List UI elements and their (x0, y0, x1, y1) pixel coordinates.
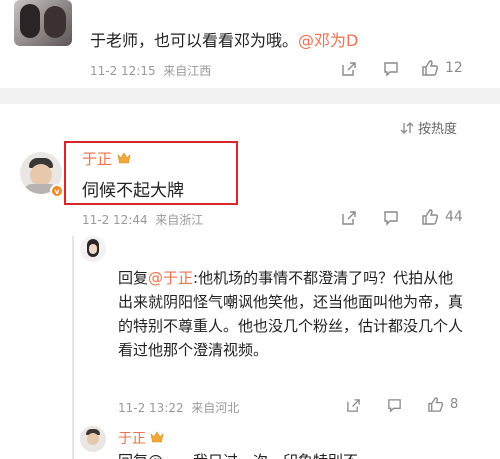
avatar[interactable] (80, 236, 106, 262)
share-icon (342, 62, 356, 76)
comment-icon (388, 399, 401, 413)
avatar[interactable] (14, 0, 72, 46)
separator-band (0, 88, 500, 104)
like-count: 8 (450, 397, 459, 412)
comment-top-text: 于老师，也可以看看邓为哦。@邓为D (90, 31, 359, 50)
thumbs-up-icon (428, 397, 444, 412)
like-button[interactable]: 44 (421, 208, 463, 226)
share-button[interactable] (341, 61, 357, 77)
reply-1-meta: 11-2 13:22 来自河北 (118, 401, 240, 415)
crown-icon (150, 431, 164, 443)
crown-icon (117, 152, 131, 164)
reply-2-author[interactable]: 于正 (118, 428, 164, 448)
like-count: 12 (445, 60, 463, 76)
mention-link[interactable]: @于正 (148, 269, 193, 287)
thumbs-up-icon (422, 209, 439, 225)
comment-button[interactable] (387, 398, 402, 413)
like-button[interactable]: 8 (427, 396, 458, 413)
comment-main-text: 伺候不起大牌 (82, 181, 184, 201)
comment-main-meta: 11-2 12:44 来自浙江 (82, 213, 204, 227)
mention-link[interactable]: @邓为D (298, 31, 358, 50)
share-button[interactable] (346, 398, 361, 413)
verified-badge: v (50, 184, 64, 198)
reply-1-text: 回复@于正:他机场的事情不都澄清了吗？代拍从他出来就阴阳怪气嘲讽他笑他，还当他面… (118, 269, 464, 359)
avatar[interactable] (80, 426, 106, 452)
comment-button[interactable] (383, 61, 399, 77)
share-button[interactable] (341, 210, 357, 226)
reply-thread-line (72, 236, 74, 459)
like-button[interactable]: 12 (421, 59, 463, 77)
comment-top-meta: 11-2 12:15 来自江西 (90, 64, 212, 78)
comment-author[interactable]: 于正 (82, 148, 131, 169)
share-icon (342, 211, 356, 225)
thumbs-up-icon (422, 60, 439, 76)
reply-2-text: 回复@……我只过一次，印象特别不 (118, 450, 358, 459)
comment-button[interactable] (383, 210, 399, 226)
sort-icon (400, 121, 414, 134)
sort-by-heat-button[interactable]: 按热度 (400, 118, 457, 137)
comment-icon (384, 62, 398, 77)
comment-icon (384, 211, 398, 226)
like-count: 44 (445, 209, 463, 225)
share-icon (347, 399, 360, 412)
